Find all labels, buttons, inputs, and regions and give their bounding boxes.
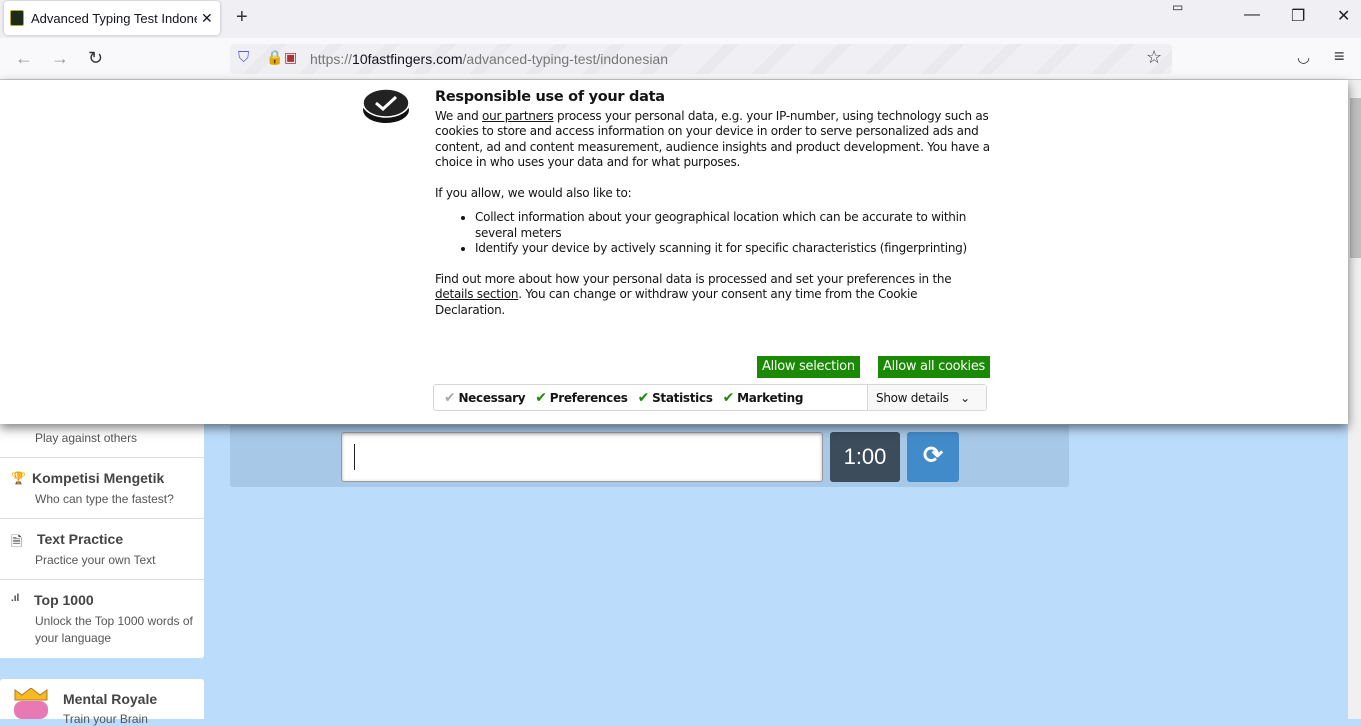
text-caret bbox=[354, 444, 355, 470]
back-icon[interactable]: ← bbox=[15, 48, 33, 69]
crown-mascot-icon bbox=[14, 688, 48, 719]
allow-all-cookies-button[interactable]: Allow all cookies bbox=[878, 356, 991, 378]
cookie-consent-dialog: Responsible use of your data We and our … bbox=[0, 80, 1348, 424]
royale-subtitle: Train your Brain bbox=[63, 712, 148, 726]
mental-royale-card[interactable]: Mental Royale Train your Brain bbox=[0, 679, 204, 726]
timer: 1:00 bbox=[830, 432, 900, 482]
sidebar-item-competition[interactable]: 🏆 Kompetisi Mengetik Who can type the fa… bbox=[0, 458, 204, 519]
shield-icon[interactable]: ⛉ bbox=[238, 49, 249, 66]
autoplay-blocked-icon[interactable]: ▣ bbox=[284, 49, 297, 66]
tab-bar: Advanced Typing Test Indonesian ✕ + ▭ — … bbox=[0, 0, 1361, 38]
document-icon: 🗎 bbox=[11, 533, 23, 549]
favicon-icon bbox=[10, 10, 24, 26]
bookmark-star-icon[interactable]: ☆ bbox=[1146, 47, 1162, 68]
scrollbar-thumb[interactable] bbox=[1350, 98, 1361, 258]
check-icon: ✔ bbox=[637, 389, 650, 406]
sidebar: Play against others 🏆 Kompetisi Mengetik… bbox=[0, 424, 204, 658]
consent-paragraph: If you allow, we would also like to: bbox=[435, 185, 632, 200]
minimize-button[interactable]: — bbox=[1244, 6, 1260, 24]
typing-input[interactable] bbox=[341, 432, 823, 482]
signal-bars-icon: .ıl bbox=[11, 593, 20, 604]
refresh-icon: ⟳ bbox=[922, 442, 944, 469]
browser-tab[interactable]: Advanced Typing Test Indonesian ✕ bbox=[4, 1, 220, 35]
check-icon: ✔ bbox=[722, 389, 735, 406]
consent-title: Responsible use of your data bbox=[435, 89, 665, 105]
details-link[interactable]: details section bbox=[435, 287, 519, 301]
checkbox-marketing[interactable]: ✔ Marketing bbox=[722, 389, 804, 406]
consent-paragraph: Find out more about how your personal da… bbox=[435, 271, 952, 317]
restore-button[interactable]: ❐ bbox=[1291, 6, 1305, 26]
checkbox-necessary: ✔ Necessary bbox=[444, 389, 526, 406]
tab-manager-icon[interactable]: ▭ bbox=[1172, 0, 1183, 14]
consent-bullet: Identify your device by actively scannin… bbox=[475, 241, 990, 257]
close-window-button[interactable]: ✕ bbox=[1337, 6, 1350, 26]
nav-bar: ← → ↻ ⛉ 🔒 ▣ https://10fastfingers.com/ad… bbox=[0, 38, 1361, 80]
sidebar-item-text-practice[interactable]: 🗎 Text Practice Practice your own Text bbox=[0, 519, 204, 580]
chevron-down-icon: ⌄ bbox=[960, 391, 970, 405]
check-icon: ✔ bbox=[535, 389, 547, 406]
pocket-icon[interactable]: ◡ bbox=[1297, 48, 1310, 66]
reload-icon[interactable]: ↻ bbox=[88, 48, 103, 69]
allow-selection-button[interactable]: Allow selection bbox=[757, 356, 860, 378]
checkbox-preferences[interactable]: ✔ Preferences bbox=[535, 389, 628, 406]
new-tab-button[interactable]: + bbox=[236, 6, 248, 29]
sidebar-item-top-1000[interactable]: .ıl Top 1000 Unlock the Top 1000 words o… bbox=[0, 580, 204, 658]
sidebar-item-multiplayer[interactable]: Play against others bbox=[0, 424, 204, 458]
trophy-icon: 🏆 bbox=[11, 471, 26, 485]
menu-icon[interactable]: ≡ bbox=[1334, 46, 1345, 67]
check-icon: ✔ bbox=[444, 389, 456, 406]
close-tab-icon[interactable]: ✕ bbox=[201, 10, 213, 27]
url-text[interactable]: https://10fastfingers.com/advanced-typin… bbox=[310, 51, 668, 67]
show-details-button[interactable]: Show details ⌄ bbox=[867, 385, 986, 410]
consent-paragraph: We and our partners process your persona… bbox=[435, 108, 990, 170]
consent-check-icon bbox=[362, 88, 410, 123]
consent-checkboxes: ✔ Necessary ✔ Preferences ✔ Statistics ✔ Mar… bbox=[433, 384, 987, 411]
forward-icon[interactable]: → bbox=[51, 48, 69, 69]
royale-title: Mental Royale bbox=[63, 691, 158, 707]
url-bar[interactable]: ⛉ 🔒 ▣ https://10fastfingers.com/advanced… bbox=[230, 44, 1172, 74]
checkbox-statistics[interactable]: ✔ Statistics bbox=[638, 390, 713, 406]
partners-link[interactable]: our partners bbox=[482, 109, 554, 123]
consent-bullet: Collect information about your geographi… bbox=[475, 210, 990, 241]
restart-button[interactable]: ⟳ bbox=[907, 432, 959, 482]
tab-title: Advanced Typing Test Indonesian bbox=[31, 10, 197, 26]
lock-icon[interactable]: 🔒 bbox=[266, 49, 283, 66]
